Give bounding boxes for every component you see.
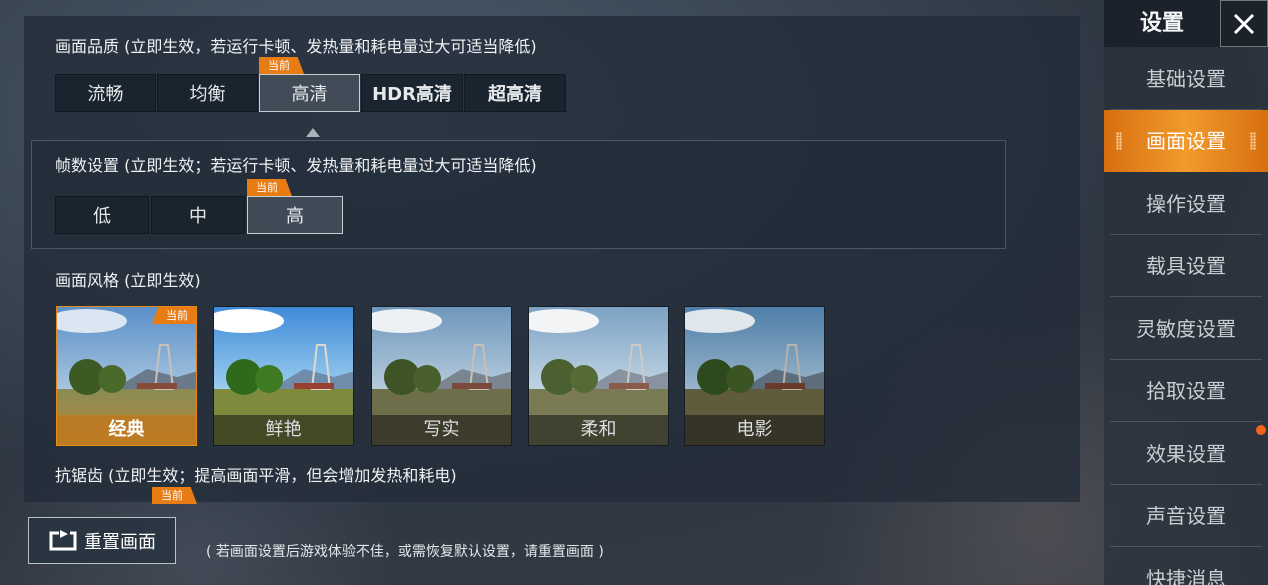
sidebar-item-display-label: 画面设置 xyxy=(1146,129,1226,153)
close-icon xyxy=(1233,13,1255,34)
style-option-vivid[interactable]: 鲜艳 xyxy=(213,306,354,446)
fps-current-tag: 当前 xyxy=(247,179,292,196)
quality-option-balanced[interactable]: 均衡 xyxy=(157,74,258,112)
fps-option-high[interactable]: 高 xyxy=(247,196,343,234)
sidebar-item-quick-message[interactable]: 快捷消息 xyxy=(1110,548,1262,585)
sidebar-item-sensitivity[interactable]: 灵敏度设置 xyxy=(1110,298,1262,360)
quality-option-hdr[interactable]: HDR高清 xyxy=(361,74,463,112)
reset-note: ( 若画面设置后游戏体验不佳，或需恢复默认设置，请重置画面 ) xyxy=(206,544,604,560)
sidebar-item-controls[interactable]: 操作设置 xyxy=(1110,173,1262,235)
antialias-current-tag: 当前 xyxy=(152,487,197,504)
style-title: 画面风格 (立即生效) xyxy=(55,271,201,290)
style-option-realistic[interactable]: 写实 xyxy=(371,306,512,446)
sidebar-item-effects[interactable]: 效果设置 xyxy=(1110,423,1262,485)
sidebar-title: 设置 xyxy=(1104,0,1220,47)
grip-left-icon xyxy=(1116,132,1122,150)
style-label-vivid: 鲜艳 xyxy=(214,415,353,445)
style-label-classic: 经典 xyxy=(57,415,196,445)
style-label-soft: 柔和 xyxy=(529,415,668,445)
sidebar-item-vehicle[interactable]: 载具设置 xyxy=(1110,235,1262,297)
reset-button-label: 重置画面 xyxy=(84,531,156,553)
antialias-title: 抗锯齿 (立即生效；提高画面平滑，但会增加发热和耗电) xyxy=(55,466,457,485)
quality-option-ultra[interactable]: 超高清 xyxy=(464,74,566,112)
quality-current-tag: 当前 xyxy=(259,57,304,74)
sidebar-item-display[interactable]: 画面设置 xyxy=(1104,110,1268,172)
quality-title: 画面品质 (立即生效，若运行卡顿、发热量和耗电量过大可适当降低) xyxy=(55,37,537,56)
quality-option-hd[interactable]: 高清 xyxy=(259,74,360,112)
fps-option-low[interactable]: 低 xyxy=(55,196,149,234)
grip-right-icon xyxy=(1250,132,1256,150)
reset-icon xyxy=(49,529,77,550)
close-button[interactable] xyxy=(1220,0,1268,47)
style-option-soft[interactable]: 柔和 xyxy=(528,306,669,446)
sidebar-item-sound[interactable]: 声音设置 xyxy=(1110,485,1262,547)
style-option-cinema[interactable]: 电影 xyxy=(684,306,825,446)
style-label-cinema: 电影 xyxy=(685,415,824,445)
fps-title: 帧数设置 (立即生效；若运行卡顿、发热量和耗电量过大可适当降低) xyxy=(55,156,537,175)
notification-dot xyxy=(1256,425,1266,435)
sidebar-item-pickup[interactable]: 拾取设置 xyxy=(1110,360,1262,422)
expand-caret-icon xyxy=(306,128,320,137)
style-option-classic[interactable]: 当前 经典 xyxy=(56,306,197,446)
fps-option-medium[interactable]: 中 xyxy=(151,196,245,234)
style-current-tag: 当前 xyxy=(152,307,196,324)
reset-display-button[interactable]: 重置画面 xyxy=(28,517,176,564)
quality-option-smooth[interactable]: 流畅 xyxy=(55,74,156,112)
style-label-realistic: 写实 xyxy=(372,415,511,445)
sidebar-item-basic[interactable]: 基础设置 xyxy=(1110,48,1262,110)
